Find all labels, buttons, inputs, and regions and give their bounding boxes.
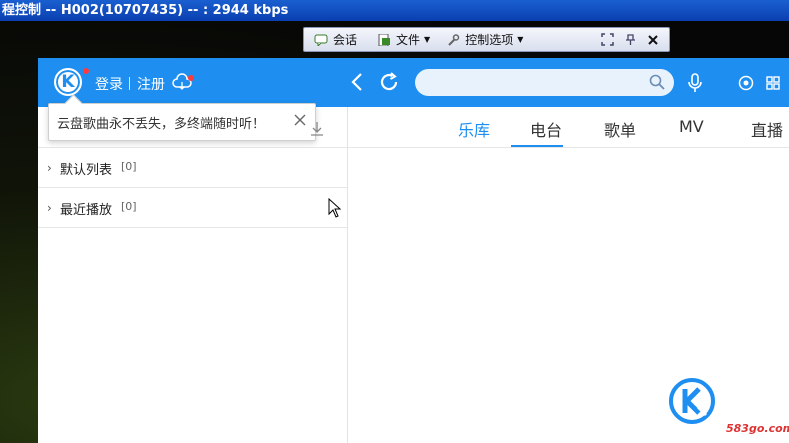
file-icon — [378, 33, 391, 46]
close-icon[interactable] — [647, 34, 659, 46]
chevron-right-icon: › — [47, 161, 52, 175]
control-options-button[interactable]: 控制选项 ▼ — [446, 31, 523, 48]
active-tab-indicator — [511, 145, 563, 147]
remote-session-title-bar: 程控制 -- H002(10707435) -- : 2944 kbps — [0, 0, 789, 21]
playlist-name: 最近播放 — [60, 203, 113, 218]
chat-icon — [314, 34, 328, 46]
playlist-count: [0] — [121, 160, 137, 173]
refresh-icon[interactable] — [378, 71, 400, 93]
target-icon[interactable] — [738, 75, 754, 91]
remote-control-toolbar: 会话 文件 ▼ 控制选项 ▼ — [303, 27, 670, 52]
file-menu-button[interactable]: 文件 ▼ — [377, 31, 430, 48]
tab-live[interactable]: 直播 — [751, 117, 783, 141]
register-link[interactable]: 注册 — [137, 74, 165, 94]
notification-dot — [83, 68, 89, 74]
tab-library[interactable]: 乐库 — [458, 117, 490, 141]
playlist-item-recent[interactable]: › 最近播放 [0] — [38, 188, 347, 228]
control-options-label: 控制选项 — [465, 33, 514, 47]
session-label: 会话 — [333, 33, 358, 47]
session-button[interactable]: 会话 — [314, 31, 357, 48]
chevron-down-icon: ▼ — [517, 35, 524, 44]
mouse-cursor-icon — [328, 198, 342, 218]
tooltip-text: 云盘歌曲永不丢失，多终端随时听！ — [57, 117, 266, 132]
close-icon[interactable] — [293, 113, 307, 127]
search-input[interactable] — [415, 69, 674, 96]
brand-logo-icon — [669, 378, 715, 424]
wrench-icon — [448, 33, 460, 46]
grid-menu-icon[interactable] — [766, 76, 780, 90]
pin-icon[interactable] — [624, 33, 637, 46]
back-arrow-icon[interactable] — [350, 72, 364, 92]
notification-dot — [188, 75, 194, 81]
chevron-right-icon: › — [47, 201, 52, 215]
playlist-item-default[interactable]: › 默认列表 [0] — [38, 148, 347, 188]
app-header: K 登录 注册 — [38, 58, 789, 107]
search-icon[interactable] — [649, 74, 665, 90]
playlist-name: 默认列表 — [60, 163, 113, 178]
app-logo[interactable]: K — [54, 68, 82, 96]
cloud-tooltip: 云盘歌曲永不丢失，多终端随时听！ — [48, 94, 316, 141]
playlist-count: [0] — [121, 200, 137, 213]
tab-radio[interactable]: 电台 — [530, 117, 562, 141]
microphone-icon[interactable] — [687, 73, 703, 93]
header-divider — [129, 77, 130, 90]
chevron-down-icon: ▼ — [424, 35, 431, 44]
login-link[interactable]: 登录 — [95, 74, 123, 94]
playlist-panel: › 默认列表 [0] › 最近播放 [0] — [38, 107, 348, 443]
fullscreen-icon[interactable] — [601, 33, 614, 46]
main-nav: 乐库 电台 歌单 MV 直播 — [348, 107, 789, 148]
download-icon[interactable] — [310, 121, 324, 137]
tab-playlists[interactable]: 歌单 — [604, 117, 636, 141]
site-watermark: 583go.com — [726, 422, 789, 435]
tab-mv[interactable]: MV — [679, 117, 704, 136]
file-label: 文件 — [396, 33, 421, 47]
